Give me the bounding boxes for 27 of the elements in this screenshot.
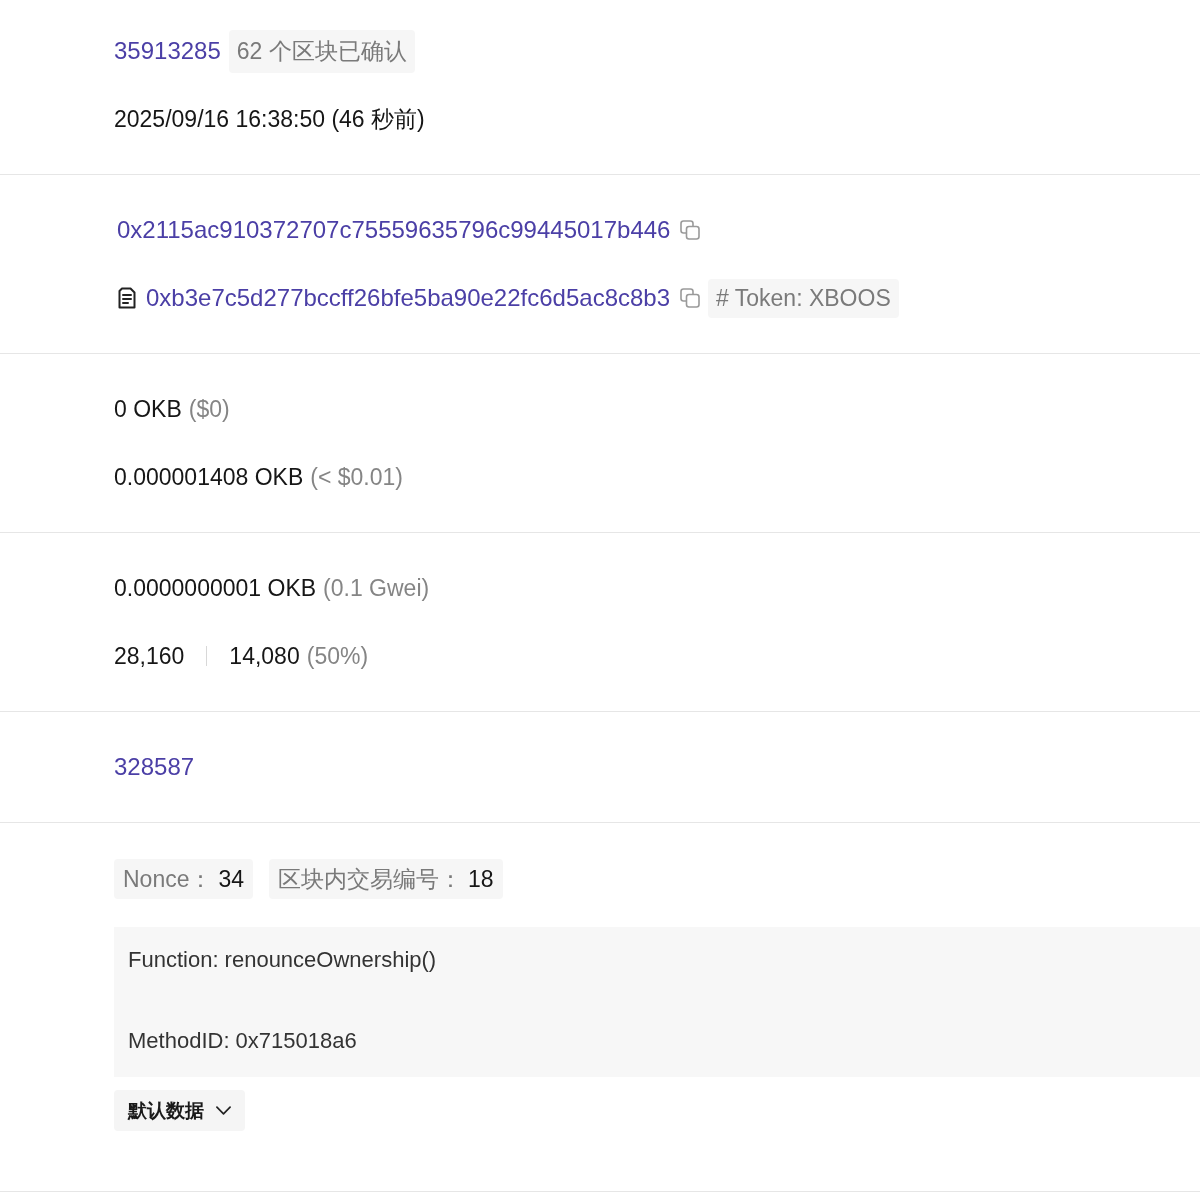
to-address-link[interactable]: 0xb3e7c5d277bccff26bfe5ba90e22fc6d5ac8c8b3 — [146, 284, 670, 312]
block-number-link[interactable]: 35913285 — [114, 37, 221, 65]
copy-icon[interactable] — [680, 288, 700, 308]
input-data-line: Function: renounceOwnership() — [128, 946, 438, 974]
gas-used: 14,080 — [229, 642, 300, 670]
input-data-line: MethodID: 0x715018a6 — [128, 1027, 358, 1055]
from-address-link[interactable]: 0x2115ac910372707c75559635796c99445017b446 — [117, 216, 671, 244]
fee-fiat: (< $0.01) — [310, 463, 403, 491]
gas-price-amount: 0.0000000001 OKB — [114, 574, 317, 602]
copy-icon[interactable] — [680, 220, 701, 240]
attribute-value: 18 — [468, 865, 494, 893]
timestamp-text: 2025/09/16 16:38:50 (46 秒前) — [114, 104, 425, 134]
gas-limit: 28,160 — [114, 642, 185, 670]
attribute-value: 34 — [218, 865, 245, 893]
token-tag: # Token: XBOOS — [708, 278, 899, 318]
gas-price-gwei: (0.1 Gwei) — [323, 574, 430, 602]
attribute-label: Nonce： — [123, 864, 213, 894]
confirmations-badge: 62 个区块已确认 — [228, 29, 415, 73]
chevron-down-icon — [216, 1106, 231, 1115]
fee-amount: 0.000001408 OKB — [114, 463, 304, 491]
value-amount: 0 OKB — [114, 395, 182, 423]
format-dropdown[interactable]: 默认数据 — [114, 1090, 245, 1131]
number-link[interactable]: 328587 — [114, 753, 195, 781]
gas-used-percent: (50%) — [306, 642, 369, 670]
attribute-label: 区块内交易编号： — [278, 864, 463, 894]
contract-document-icon — [118, 287, 136, 309]
value-fiat: ($0) — [188, 395, 230, 423]
